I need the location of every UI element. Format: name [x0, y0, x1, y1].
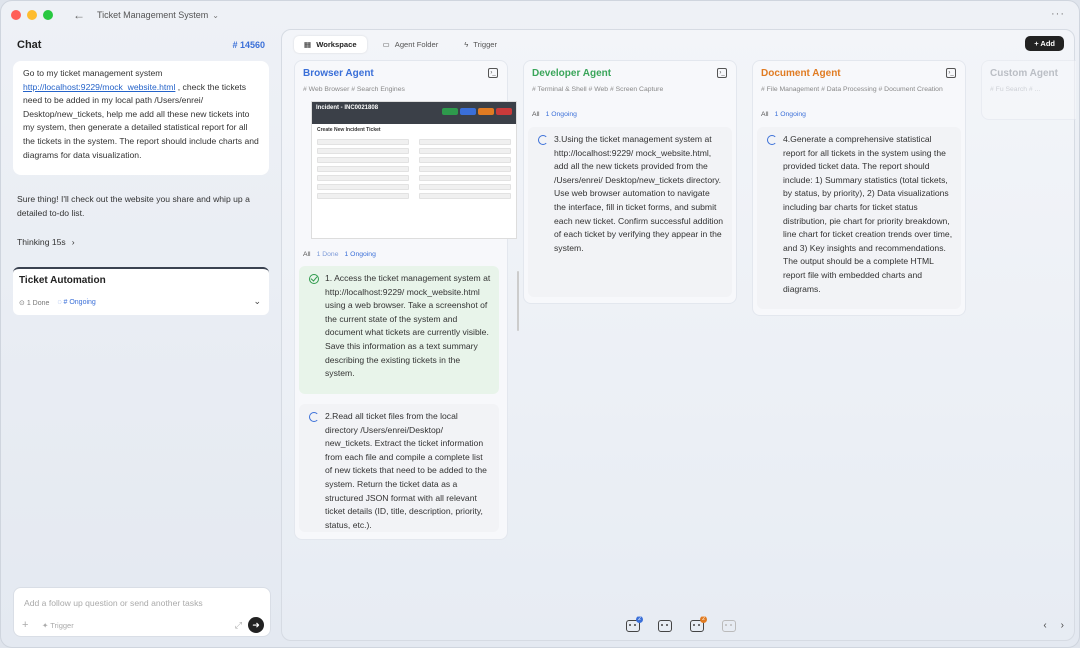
spinner-icon	[538, 135, 548, 145]
more-options-icon[interactable]: ···	[1051, 8, 1065, 20]
task-text: 4.Generate a comprehensive statistical r…	[783, 134, 953, 294]
agent-name: Custom Agent	[990, 68, 1058, 79]
filter-ongoing[interactable]: 1 Ongoing	[344, 251, 375, 258]
minimize-window-button[interactable]	[27, 10, 37, 20]
agent-name: Browser Agent	[303, 68, 374, 79]
document-agent-icon[interactable]: 2	[690, 616, 707, 632]
task-card[interactable]: Ticket Automation ⊙ 1 Done ◌ # Ongoing ⌄	[13, 267, 269, 315]
thinking-label: Thinking 15s	[17, 237, 66, 247]
maximize-window-button[interactable]	[43, 10, 53, 20]
app-window: ← Ticket Management System ⌄ ··· Chat # …	[0, 0, 1080, 648]
thinking-toggle[interactable]: Thinking 15s ›	[17, 237, 75, 247]
folder-icon: ▭	[382, 40, 390, 49]
tab-agent-folder[interactable]: ▭ Agent Folder	[373, 36, 449, 53]
agent-column-developer: Developer Agent ›_ # Terminal & Shell # …	[523, 60, 737, 304]
screenshot-header: Incident - INC0021808	[312, 102, 516, 124]
task-card-ongoing[interactable]: 2.Read all ticket files from the local d…	[299, 404, 499, 532]
back-arrow-icon[interactable]: ←	[73, 8, 85, 22]
chevron-down-icon[interactable]: ⌄	[212, 11, 219, 20]
agent-tools: # File Management # Data Processing # Do…	[761, 86, 943, 93]
task-filter: All 1 Done 1 Ongoing	[303, 251, 376, 258]
terminal-icon[interactable]: ›_	[946, 68, 956, 78]
send-button[interactable]: ➜	[248, 617, 264, 633]
terminal-icon[interactable]: ›_	[488, 68, 498, 78]
done-count: ⊙ 1 Done	[19, 300, 50, 307]
close-window-button[interactable]	[11, 10, 21, 20]
scrollbar[interactable]	[517, 271, 519, 331]
chevron-left-icon[interactable]: ‹	[1043, 620, 1046, 631]
filter-ongoing[interactable]: 1 Ongoing	[775, 111, 806, 118]
custom-agent-icon[interactable]	[722, 620, 736, 632]
user-message: Go to my ticket management system http:/…	[13, 61, 269, 175]
filter-all[interactable]: All	[303, 251, 311, 258]
developer-agent-icon[interactable]	[658, 620, 672, 632]
chevron-right-icon: ›	[71, 237, 75, 247]
task-card-done[interactable]: 1. Access the ticket management system a…	[299, 266, 499, 394]
agent-column-custom[interactable]: Custom Agent # Fu Search # ...	[981, 60, 1076, 120]
workspace-tabs: ▦ Workspace ▭ Agent Folder ϟ Trigger	[294, 36, 507, 53]
chevron-right-icon[interactable]: ›	[1061, 620, 1064, 631]
agent-column-document: Document Agent ›_ # File Management # Da…	[752, 60, 966, 316]
pager: ‹ ›	[1043, 620, 1064, 631]
assistant-message: Sure thing! I'll check out the website y…	[17, 194, 250, 218]
terminal-icon[interactable]: ›_	[717, 68, 727, 78]
agent-dock: 2 2	[626, 616, 736, 632]
tab-trigger[interactable]: ϟ Trigger	[454, 36, 507, 53]
follow-up-input[interactable]: Add a follow up question or send another…	[13, 587, 271, 637]
agent-column-browser: Browser Agent ›_ # Web Browser # Search …	[294, 60, 519, 540]
agent-name: Developer Agent	[532, 68, 612, 79]
expand-icon[interactable]: ⤢	[235, 620, 242, 631]
input-placeholder: Add a follow up question or send another…	[24, 598, 203, 608]
grid-icon: ▦	[304, 40, 312, 49]
task-text: 1. Access the ticket management system a…	[325, 273, 491, 379]
browser-screenshot[interactable]: Incident - INC0021808 Create New Inciden…	[311, 101, 517, 239]
chat-title: Chat	[17, 39, 42, 51]
task-text: 2.Read all ticket files from the local d…	[325, 411, 487, 530]
task-text: 3.Using the ticket management system at …	[554, 134, 724, 253]
add-button[interactable]: + Add	[1025, 36, 1064, 51]
user-message-text: Go to my ticket management system	[23, 68, 163, 78]
check-circle-icon	[309, 274, 319, 284]
task-filter: All 1 Ongoing	[761, 111, 806, 118]
agent-name: Document Agent	[761, 68, 841, 79]
session-id[interactable]: # 14560	[232, 40, 265, 50]
agent-tools: # Terminal & Shell # Web # Screen Captur…	[532, 86, 664, 93]
website-link[interactable]: http://localhost:9229/mock_website.html	[23, 82, 175, 92]
agent-tools: # Fu Search # ...	[990, 86, 1041, 93]
ongoing-count: ◌ # Ongoing	[57, 299, 96, 306]
lightning-icon: ϟ	[464, 40, 469, 49]
browser-agent-icon[interactable]: 2	[626, 616, 643, 632]
agent-tools: # Web Browser # Search Engines	[303, 86, 405, 93]
spinner-icon	[767, 135, 777, 145]
task-card-ongoing[interactable]: 4.Generate a comprehensive statistical r…	[757, 127, 961, 309]
task-filter: All 1 Ongoing	[532, 111, 577, 118]
filter-all[interactable]: All	[761, 111, 769, 118]
screenshot-subtitle: Create New Incident Ticket	[317, 127, 381, 133]
window-title: Ticket Management System	[97, 10, 209, 20]
filter-ongoing[interactable]: 1 Ongoing	[546, 111, 577, 118]
plus-icon[interactable]: +	[22, 619, 28, 631]
chat-header: Chat # 14560	[17, 37, 265, 53]
trigger-button[interactable]: ✦ Trigger	[42, 621, 74, 630]
workspace-panel: ▦ Workspace ▭ Agent Folder ϟ Trigger + Add …	[281, 29, 1076, 641]
tab-workspace[interactable]: ▦ Workspace	[294, 36, 367, 53]
filter-done[interactable]: 1 Done	[317, 251, 339, 258]
filter-all[interactable]: All	[532, 111, 540, 118]
task-card-ongoing[interactable]: 3.Using the ticket management system at …	[528, 127, 732, 297]
chevron-down-icon[interactable]: ⌄	[253, 296, 261, 307]
title-bar: ← Ticket Management System ⌄ ···	[1, 1, 1079, 29]
task-card-status: ⊙ 1 Done ◌ # Ongoing	[19, 299, 96, 307]
spinner-icon	[309, 412, 319, 422]
task-card-title: Ticket Automation	[19, 275, 106, 286]
chat-panel: Chat # 14560 Go to my ticket management …	[9, 29, 273, 641]
user-message-text-cont: , check the tickets need to be added in …	[23, 81, 259, 160]
